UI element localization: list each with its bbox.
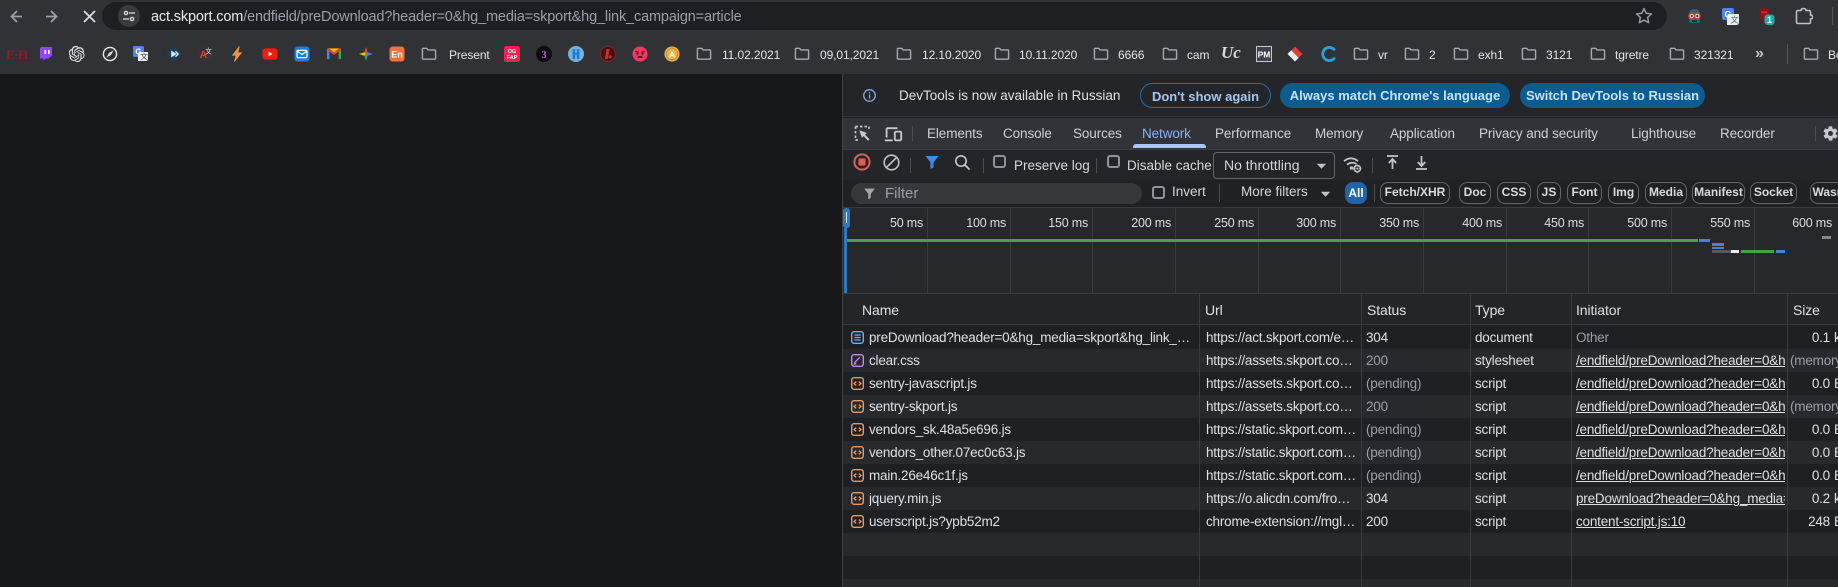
svg-text:3: 3 [542, 50, 547, 61]
svg-text:En: En [391, 49, 402, 59]
svg-text:文: 文 [140, 51, 148, 61]
svg-text:文: 文 [1731, 15, 1739, 25]
svg-text:文: 文 [205, 46, 212, 55]
svg-text:1: 1 [1767, 15, 1772, 25]
svg-text:A: A [669, 49, 675, 59]
svg-text:FAP: FAP [507, 55, 518, 61]
svg-text:PM: PM [1258, 50, 1271, 60]
